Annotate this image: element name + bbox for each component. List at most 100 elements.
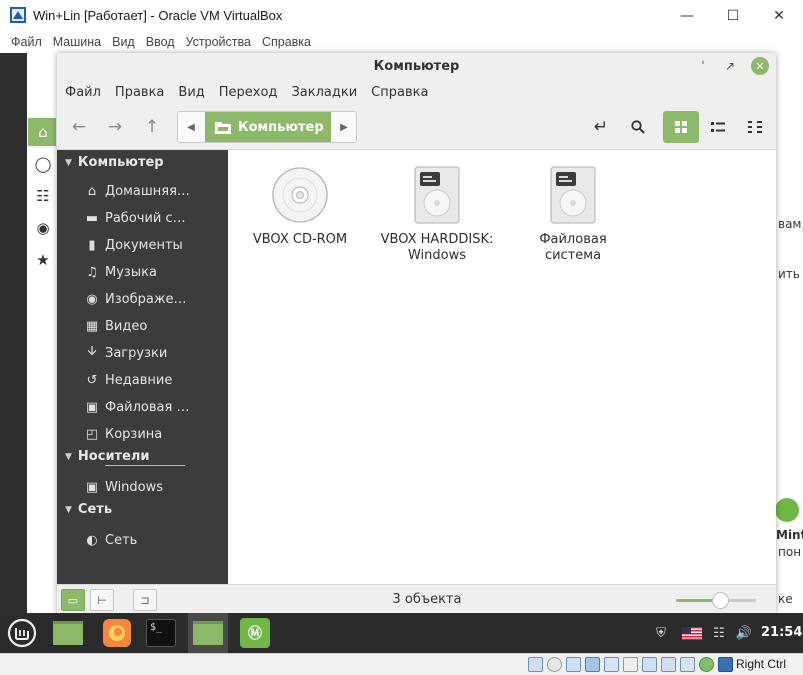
mint-welcome-icon: Ⓜ — [240, 618, 270, 648]
harddisk-icon — [550, 166, 596, 224]
optical-drive-icon[interactable] — [547, 657, 562, 672]
lightbulb-icon[interactable]: ◯ — [33, 154, 53, 174]
list-view-button[interactable] — [704, 113, 732, 141]
audio-icon[interactable] — [566, 657, 581, 672]
shield-icon[interactable]: ⛨ — [652, 624, 670, 642]
video-capture-icon[interactable] — [661, 657, 676, 672]
file-item-cdrom[interactable]: VBOX CD-ROM — [235, 166, 365, 248]
path-crumb-computer[interactable]: Компьютер — [205, 112, 331, 142]
menubar: Файл Правка Вид Переход Закладки Справка — [57, 80, 776, 104]
menu-help[interactable]: Справка — [371, 85, 434, 100]
terminal-launcher[interactable]: $_ — [143, 617, 179, 649]
up-button[interactable]: ↑ — [138, 113, 166, 141]
sidebar-item-label: Корзина — [105, 426, 163, 442]
volume-icon[interactable]: 🔊 — [735, 624, 753, 642]
sidebar-item-network[interactable]: ◐ Сеть — [83, 529, 137, 551]
document-icon: ▮ — [88, 237, 96, 253]
menu-view[interactable]: Вид — [178, 85, 210, 100]
host-menu-file[interactable]: Файл — [11, 35, 42, 49]
back-button[interactable]: ← — [65, 113, 93, 141]
host-close-button[interactable]: ✕ — [756, 2, 802, 30]
sidebar-section-network[interactable]: ▼ Сеть — [65, 502, 112, 517]
usage-bar — [105, 465, 185, 466]
sidebar-item-label: Музыка — [105, 264, 157, 280]
guest-left-edge — [0, 53, 27, 613]
compact-view-button[interactable] — [741, 113, 769, 141]
sidebar-item-downloads[interactable]: 🡫 Загрузки — [83, 342, 167, 364]
mint-menu-button[interactable] — [4, 617, 40, 649]
sidebar-item-music[interactable]: ♫ Музыка — [83, 261, 157, 283]
clock[interactable]: 21:54 — [761, 625, 802, 640]
minimize-button[interactable]: ˈ — [694, 57, 712, 75]
places-sidebar: ▼ Компьютер ⌂ Домашняя… ▬ Рабочий с… ▮ Д… — [57, 150, 228, 584]
usb-icon[interactable] — [604, 657, 619, 672]
sidebar-section-computer[interactable]: ▼ Компьютер — [65, 155, 164, 170]
show-desktop-button[interactable] — [50, 617, 86, 649]
network-adapter-icon[interactable] — [585, 657, 600, 672]
hide-sidebar-button[interactable]: ⊐ — [133, 589, 157, 611]
menu-go[interactable]: Переход — [219, 85, 284, 100]
virtualization-icon[interactable] — [680, 657, 695, 672]
shared-folders-icon[interactable] — [623, 657, 638, 672]
menu-file[interactable]: Файл — [65, 85, 107, 100]
lifebuoy-icon[interactable]: ◉ — [33, 218, 53, 238]
zoom-slider-handle[interactable] — [712, 592, 729, 609]
sidebar-item-desktop[interactable]: ▬ Рабочий с… — [83, 207, 186, 229]
firefox-launcher[interactable] — [99, 617, 135, 649]
restore-button[interactable]: ↗ — [721, 57, 739, 75]
host-menu-input[interactable]: Ввод — [146, 35, 175, 49]
icon-view-button[interactable] — [663, 111, 699, 143]
close-button[interactable]: ✕ — [751, 57, 769, 75]
trash-icon: ◰ — [85, 426, 99, 442]
star-icon[interactable]: ★ — [33, 250, 53, 270]
host-menu-devices[interactable]: Устройства — [186, 35, 251, 49]
forward-button[interactable]: → — [101, 113, 129, 141]
display-icon[interactable] — [642, 657, 657, 672]
home-icon[interactable]: ⌂ — [33, 122, 53, 142]
sidebar-item-windows[interactable]: ▣ Windows — [83, 476, 163, 498]
collapse-triangle-icon: ▼ — [65, 451, 72, 462]
host-maximize-button[interactable]: ☐ — [710, 2, 756, 30]
home-icon: ⌂ — [87, 183, 97, 199]
toggle-location-button[interactable]: ↵ — [587, 113, 615, 141]
menu-edit[interactable]: Правка — [115, 85, 170, 100]
book-icon[interactable]: ☷ — [33, 186, 53, 206]
network-icon: ◐ — [86, 532, 98, 548]
host-minimize-button[interactable]: — — [664, 2, 710, 30]
sidebar-item-trash[interactable]: ◰ Корзина — [83, 423, 162, 445]
sidebar-item-recent[interactable]: ↺ Недавние — [83, 369, 173, 391]
folder-icon — [193, 621, 223, 645]
host-menu-view[interactable]: Вид — [112, 35, 135, 49]
mint-welcome-task[interactable]: Ⓜ — [237, 617, 273, 649]
file-manager-titlebar[interactable]: Компьютер ˈ ↗ ✕ — [57, 53, 776, 80]
mouse-integration-icon[interactable] — [699, 657, 714, 672]
mint-logo-icon — [7, 618, 37, 648]
path-scroll-right-button[interactable]: ▶ — [332, 112, 356, 142]
show-places-button[interactable]: ▭ — [61, 589, 85, 611]
host-key-label: Right Ctrl — [736, 657, 787, 671]
file-manager-task[interactable] — [190, 617, 226, 649]
sidebar-item-home[interactable]: ⌂ Домашняя… — [83, 180, 190, 202]
harddisk-icon: ▣ — [85, 479, 99, 495]
menu-bookmarks[interactable]: Закладки — [291, 85, 363, 100]
path-scroll-left-button[interactable]: ◀ — [178, 112, 204, 142]
virtualbox-icon — [10, 7, 26, 23]
show-tree-button[interactable]: ⊢ — [90, 589, 114, 611]
sidebar-item-documents[interactable]: ▮ Документы — [83, 234, 183, 256]
harddisk-activity-icon[interactable] — [528, 657, 543, 672]
sidebar-item-videos[interactable]: ▦ Видео — [83, 315, 147, 337]
sidebar-item-filesystem[interactable]: ▣ Файловая … — [83, 396, 190, 418]
harddisk-icon: ▣ — [85, 399, 99, 415]
host-menu-help[interactable]: Справка — [262, 35, 311, 49]
keyboard-layout-flag-icon[interactable] — [681, 624, 703, 642]
sidebar-item-pictures[interactable]: ◉ Изображе… — [83, 288, 186, 310]
file-item-filesystem[interactable]: Файловая система — [508, 166, 638, 264]
file-view: VBOX CD-ROM VBOX HARDDISK: Windows Файло… — [228, 150, 776, 584]
host-menu-machine[interactable]: Машина — [53, 35, 101, 49]
sidebar-item-label: Документы — [105, 237, 183, 253]
file-item-harddisk-windows[interactable]: VBOX HARDDISK: Windows — [372, 166, 502, 264]
sidebar-section-devices[interactable]: ▼ Носители — [65, 449, 150, 464]
network-icon[interactable]: ☷ — [710, 624, 728, 642]
host-key-arrow-icon[interactable] — [718, 657, 733, 672]
search-button[interactable] — [624, 113, 652, 141]
